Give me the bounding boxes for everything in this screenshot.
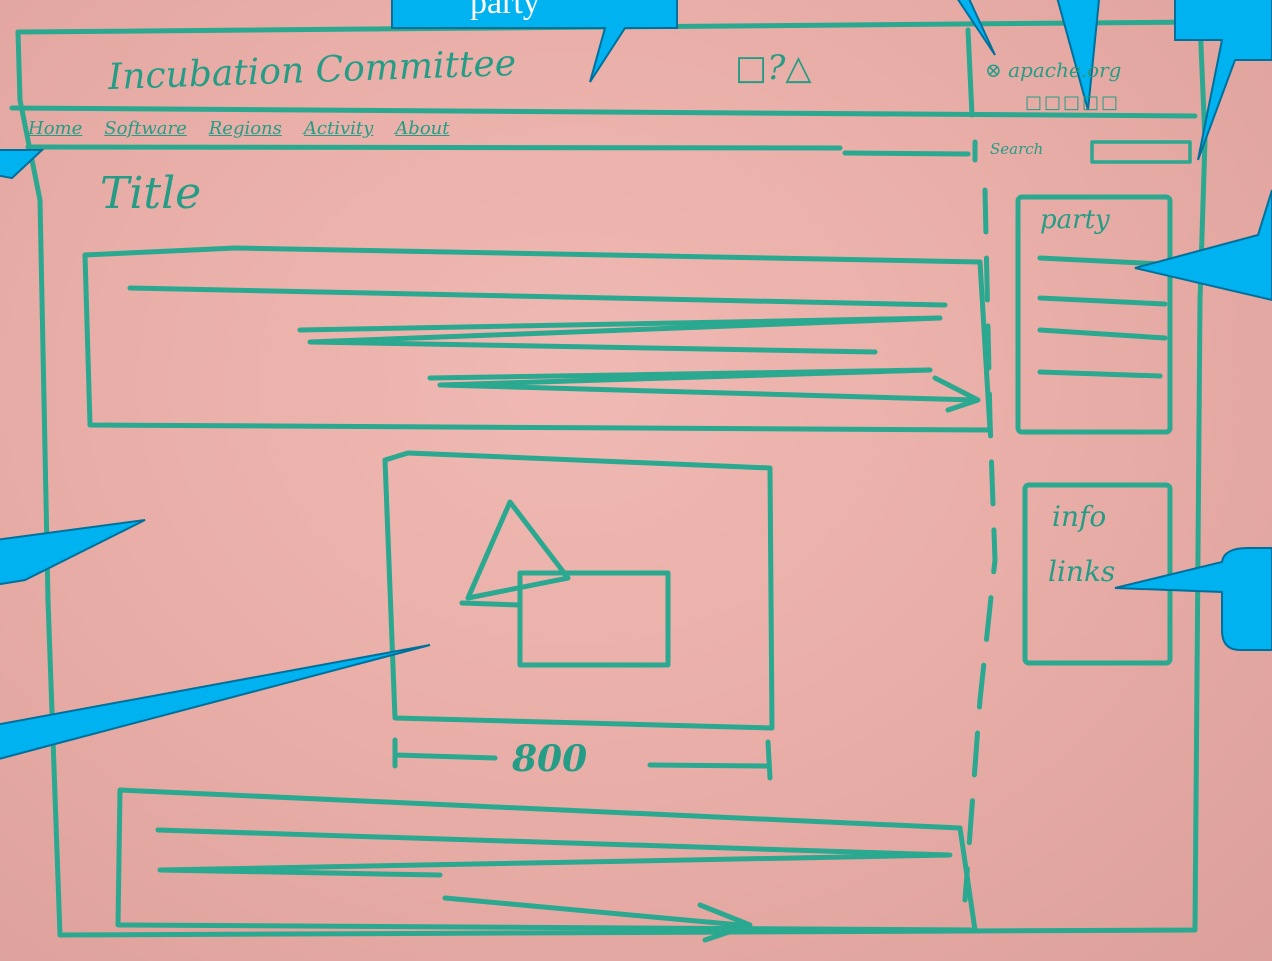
nav-underline	[25, 144, 843, 151]
image-box	[382, 450, 775, 731]
arrow-head-top	[932, 375, 981, 413]
nav-item-activity[interactable]: Activity	[304, 118, 373, 139]
text-line-5	[442, 895, 743, 928]
header-account-divider	[965, 27, 975, 118]
callout-left-middle	[0, 519, 146, 586]
nav-gap-line	[842, 150, 971, 157]
party-box-title: party	[1040, 205, 1110, 235]
callout-pointer-search	[1174, 0, 1272, 161]
dimension-line-left	[392, 737, 498, 769]
image-connector	[459, 600, 523, 608]
header-icons: □?△	[735, 48, 812, 88]
party-line-3	[1037, 327, 1168, 341]
account-text: ⊗ apache.org	[985, 58, 1122, 82]
text-line-1	[127, 285, 948, 308]
search-label: Search	[990, 140, 1044, 158]
nav-bar: Home Software Regions Activity About	[28, 118, 449, 139]
callout-top-label: party	[470, 0, 540, 21]
callout-pointer-account	[957, 0, 996, 56]
dimension-line-right	[647, 739, 773, 781]
page-title: Title	[100, 168, 202, 219]
text-line-3	[427, 367, 978, 403]
nav-item-about[interactable]: About	[395, 118, 449, 139]
text-line-4	[155, 827, 953, 878]
nav-item-home[interactable]: Home	[28, 118, 82, 139]
account-squares: □□□□□	[1025, 92, 1121, 113]
info-links-line-1: info	[1052, 500, 1107, 533]
content-box-top	[82, 245, 993, 433]
dimension-label: 800	[512, 738, 588, 780]
header-divider	[9, 105, 1198, 119]
search-box	[1090, 140, 1192, 164]
page-frame	[15, 19, 1208, 938]
nav-item-software[interactable]: Software	[104, 118, 186, 139]
wireframe-sketch	[0, 0, 1272, 943]
callout-right-info	[1114, 547, 1272, 651]
info-links-line-2: links	[1048, 555, 1116, 588]
callout-left-lower	[0, 644, 431, 760]
nav-item-regions[interactable]: Regions	[209, 118, 282, 139]
party-line-1	[1037, 255, 1165, 267]
text-line-2	[297, 315, 943, 355]
party-line-4	[1037, 369, 1163, 379]
image-rectangle	[517, 570, 671, 668]
party-line-2	[1037, 295, 1168, 307]
